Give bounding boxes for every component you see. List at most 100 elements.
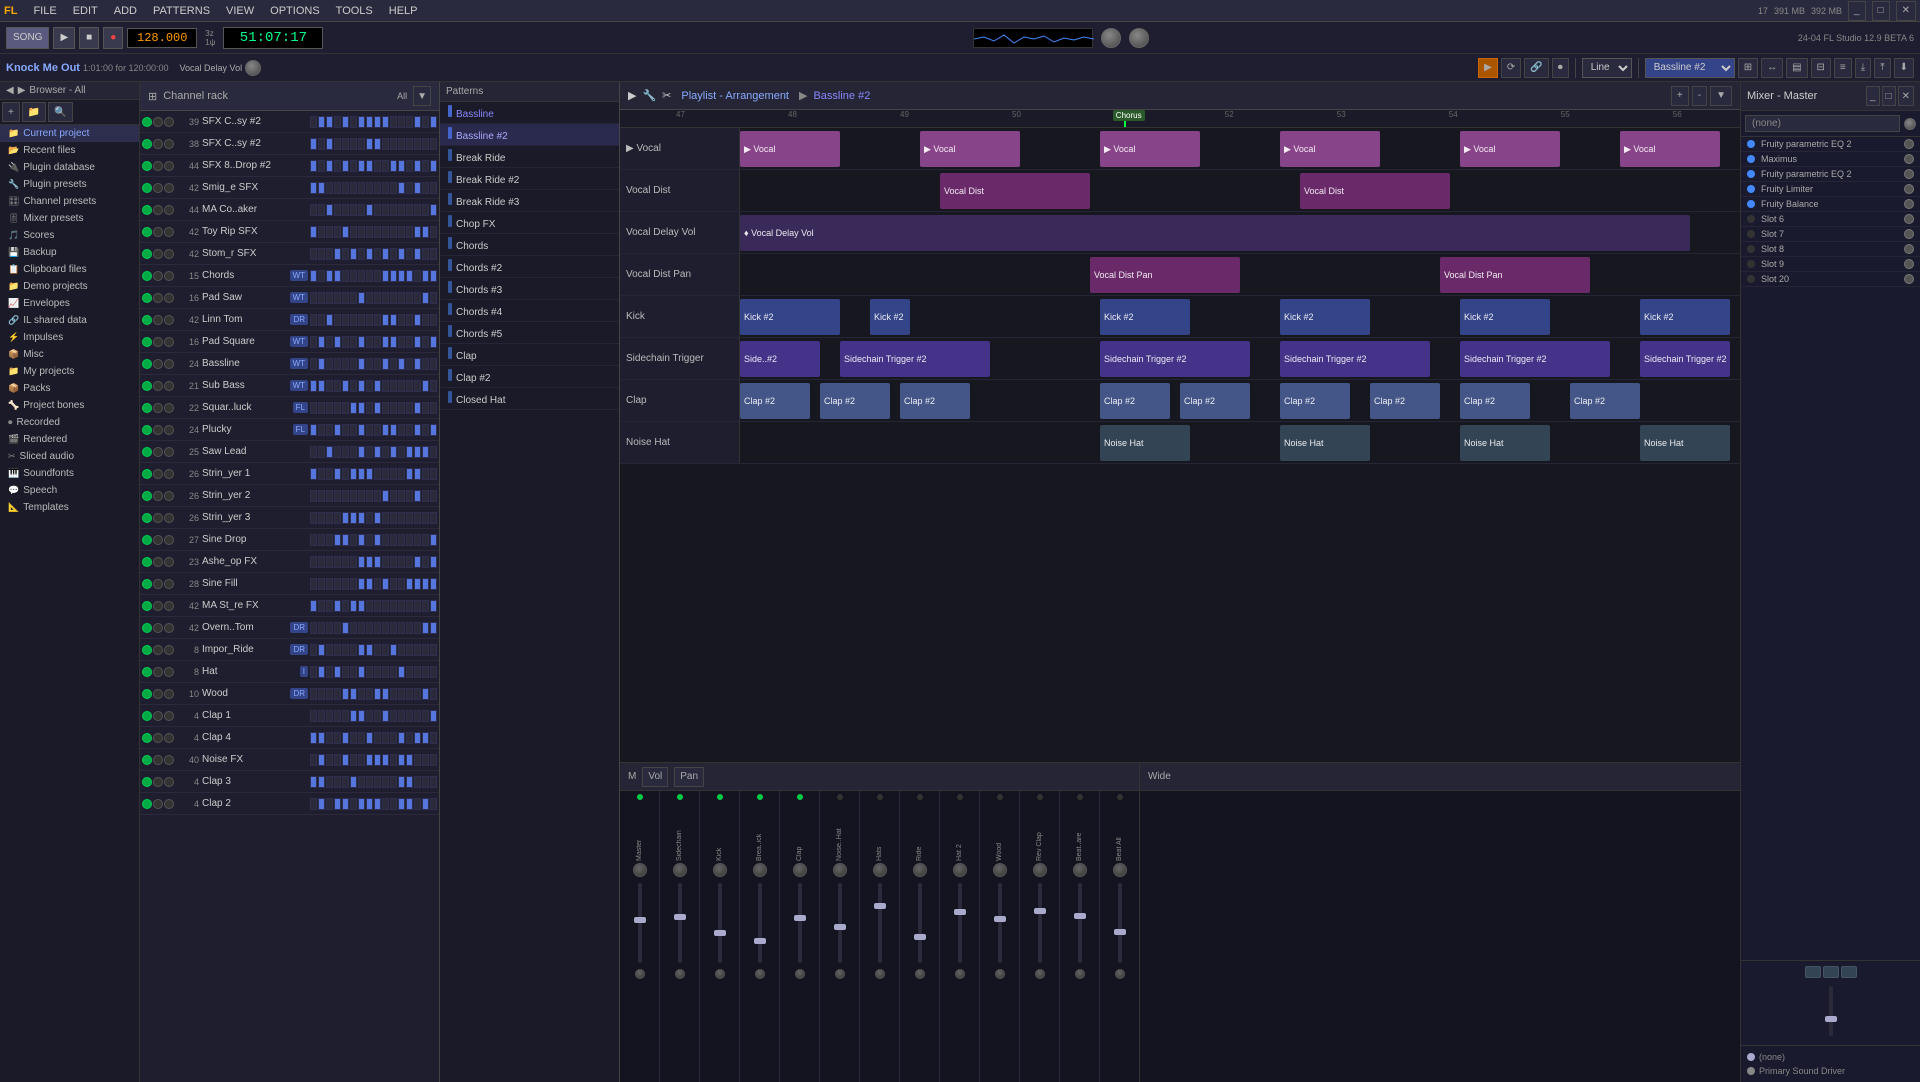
ch-solo-14[interactable] bbox=[164, 425, 174, 435]
clip-noisehat-2[interactable]: Noise Hat bbox=[1280, 425, 1370, 461]
step-5-15[interactable] bbox=[430, 226, 437, 238]
clip-vocal-5[interactable]: ▶ Vocal bbox=[1460, 131, 1560, 167]
clip-kick-4[interactable]: Kick #2 bbox=[1280, 299, 1370, 335]
step-20-7[interactable] bbox=[366, 556, 373, 568]
ch-solo-20[interactable] bbox=[164, 557, 174, 567]
mix-led-4[interactable] bbox=[797, 794, 803, 800]
ch-mute-8[interactable] bbox=[153, 293, 163, 303]
mix-send-3[interactable] bbox=[1841, 966, 1857, 978]
step-18-12[interactable] bbox=[406, 512, 413, 524]
step-30-15[interactable] bbox=[430, 776, 437, 788]
mix-knob-7[interactable] bbox=[913, 863, 927, 877]
step-12-12[interactable] bbox=[406, 380, 413, 392]
track-label-vocaldist[interactable]: Vocal Dist bbox=[620, 170, 740, 211]
step-22-2[interactable] bbox=[326, 600, 333, 612]
ch-solo-28[interactable] bbox=[164, 733, 174, 743]
step-10-7[interactable] bbox=[366, 336, 373, 348]
step-24-3[interactable] bbox=[334, 644, 341, 656]
step-1-1[interactable] bbox=[318, 138, 325, 150]
step-5-4[interactable] bbox=[342, 226, 349, 238]
step-9-12[interactable] bbox=[406, 314, 413, 326]
mix-led-9[interactable] bbox=[997, 794, 1003, 800]
snap-btn[interactable]: 🔗 bbox=[1524, 58, 1548, 78]
clip-clap-2[interactable]: Clap #2 bbox=[820, 383, 890, 419]
step-10-0[interactable] bbox=[310, 336, 317, 348]
menu-item-file[interactable]: FILE bbox=[29, 3, 60, 19]
step-2-14[interactable] bbox=[422, 160, 429, 172]
step-31-13[interactable] bbox=[414, 798, 421, 810]
step-21-7[interactable] bbox=[366, 578, 373, 590]
mix-send-2[interactable] bbox=[1823, 966, 1839, 978]
step-4-10[interactable] bbox=[390, 204, 397, 216]
pattern-item-1[interactable]: Bassline #2 bbox=[440, 124, 619, 146]
mix-led-12[interactable] bbox=[1117, 794, 1123, 800]
step-8-11[interactable] bbox=[398, 292, 405, 304]
mix-led-8[interactable] bbox=[957, 794, 963, 800]
step-29-11[interactable] bbox=[398, 754, 405, 766]
step-3-6[interactable] bbox=[358, 182, 365, 194]
step-11-13[interactable] bbox=[414, 358, 421, 370]
mix-knob-8[interactable] bbox=[953, 863, 967, 877]
ch-mute-24[interactable] bbox=[153, 645, 163, 655]
sidebar-item-speech[interactable]: 💬Speech bbox=[0, 482, 139, 499]
step-29-14[interactable] bbox=[422, 754, 429, 766]
ch-solo-9[interactable] bbox=[164, 315, 174, 325]
step-11-3[interactable] bbox=[334, 358, 341, 370]
sidebar-item-sliced-audio[interactable]: ✂Sliced audio bbox=[0, 448, 139, 465]
pattern-item-0[interactable]: Bassline bbox=[440, 102, 619, 124]
step-8-4[interactable] bbox=[342, 292, 349, 304]
clip-clap-4[interactable]: Clap #2 bbox=[1100, 383, 1170, 419]
ch-solo-8[interactable] bbox=[164, 293, 174, 303]
fx-knob-9[interactable] bbox=[1904, 274, 1914, 284]
step-28-7[interactable] bbox=[366, 732, 373, 744]
step-13-3[interactable] bbox=[334, 402, 341, 414]
mix-fader-track-8[interactable] bbox=[958, 883, 962, 963]
ch-mute-28[interactable] bbox=[153, 733, 163, 743]
step-10-9[interactable] bbox=[382, 336, 389, 348]
ch-solo-5[interactable] bbox=[164, 227, 174, 237]
pl-zoom-out[interactable]: - bbox=[1692, 86, 1707, 106]
step-27-10[interactable] bbox=[390, 710, 397, 722]
step-10-14[interactable] bbox=[422, 336, 429, 348]
step-5-1[interactable] bbox=[318, 226, 325, 238]
mix-fader-track-11[interactable] bbox=[1078, 883, 1082, 963]
step-15-5[interactable] bbox=[350, 446, 357, 458]
ch-solo-7[interactable] bbox=[164, 271, 174, 281]
step-25-10[interactable] bbox=[390, 666, 397, 678]
sidebar-add-btn[interactable]: + bbox=[2, 102, 20, 122]
step-29-5[interactable] bbox=[350, 754, 357, 766]
step-25-6[interactable] bbox=[358, 666, 365, 678]
step-25-5[interactable] bbox=[350, 666, 357, 678]
sidebar-item-project-bones[interactable]: 🦴Project bones bbox=[0, 397, 139, 414]
step-30-13[interactable] bbox=[414, 776, 421, 788]
channel-rack-collapse[interactable]: ▼ bbox=[413, 86, 431, 106]
ch-mute-5[interactable] bbox=[153, 227, 163, 237]
step-8-15[interactable] bbox=[430, 292, 437, 304]
ch-active-4[interactable] bbox=[142, 205, 152, 215]
step-8-3[interactable] bbox=[334, 292, 341, 304]
fx-toggle-2[interactable] bbox=[1747, 170, 1755, 178]
ch-solo-30[interactable] bbox=[164, 777, 174, 787]
step-11-14[interactable] bbox=[422, 358, 429, 370]
step-14-15[interactable] bbox=[430, 424, 437, 436]
ch-active-5[interactable] bbox=[142, 227, 152, 237]
step-4-5[interactable] bbox=[350, 204, 357, 216]
step-31-1[interactable] bbox=[318, 798, 325, 810]
step-8-6[interactable] bbox=[358, 292, 365, 304]
step-6-8[interactable] bbox=[374, 248, 381, 260]
ch-active-27[interactable] bbox=[142, 711, 152, 721]
step-4-1[interactable] bbox=[318, 204, 325, 216]
mix-fader-8[interactable] bbox=[954, 909, 966, 915]
step-17-2[interactable] bbox=[326, 490, 333, 502]
sidebar-item-rendered[interactable]: 🎬Rendered bbox=[0, 431, 139, 448]
step-27-6[interactable] bbox=[358, 710, 365, 722]
pattern-item-8[interactable]: Chords #3 bbox=[440, 278, 619, 300]
step-14-3[interactable] bbox=[334, 424, 341, 436]
step-0-15[interactable] bbox=[430, 116, 437, 128]
ch-active-2[interactable] bbox=[142, 161, 152, 171]
clip-sidechain-6[interactable]: Sidechain Trigger #2 bbox=[1640, 341, 1730, 377]
clip-clap-9[interactable]: Clap #2 bbox=[1570, 383, 1640, 419]
clip-kick-5[interactable]: Kick #2 bbox=[1460, 299, 1550, 335]
step-16-13[interactable] bbox=[414, 468, 421, 480]
step-12-14[interactable] bbox=[422, 380, 429, 392]
